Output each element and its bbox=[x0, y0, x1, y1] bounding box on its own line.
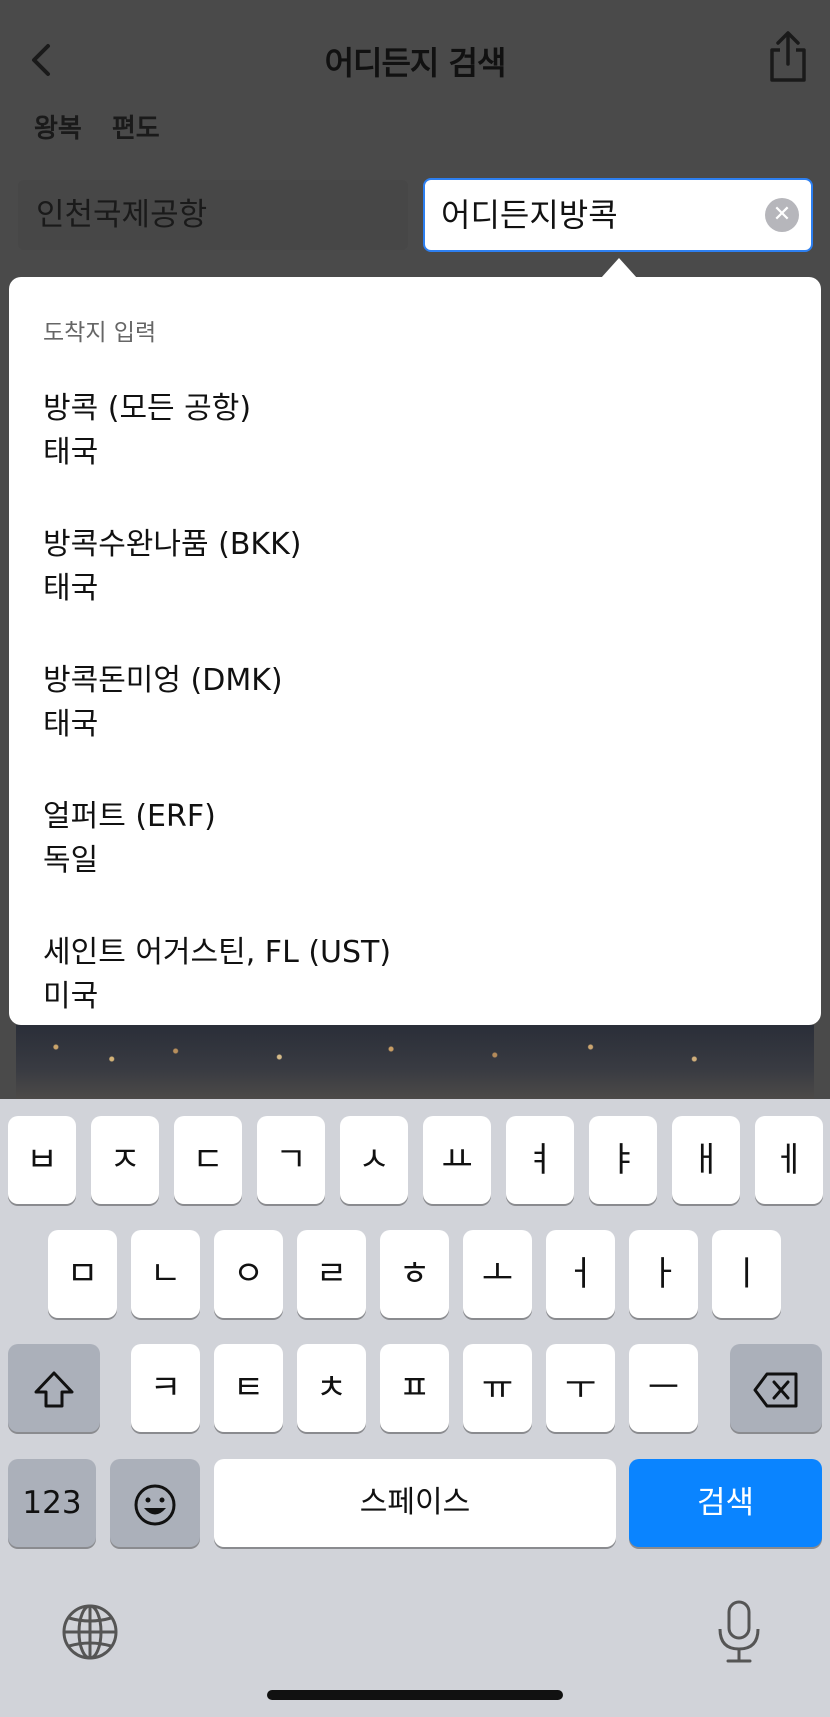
key[interactable]: ㅓ bbox=[546, 1230, 615, 1318]
result-name: 방콕수완나품 (BKK) bbox=[43, 527, 302, 562]
destination-input[interactable]: 어디든지방콕 ✕ bbox=[423, 178, 813, 252]
key[interactable]: ㅑ bbox=[589, 1116, 657, 1204]
dropdown-pointer bbox=[601, 258, 637, 278]
key[interactable]: ㅔ bbox=[755, 1116, 823, 1204]
list-item[interactable]: 세인트 어거스틴, FL (UST) 미국 bbox=[43, 931, 783, 1025]
shift-icon bbox=[34, 1371, 74, 1407]
result-country: 태국 bbox=[43, 435, 99, 470]
key[interactable]: ㅗ bbox=[463, 1230, 532, 1318]
backspace-icon bbox=[753, 1372, 798, 1407]
globe-button[interactable] bbox=[60, 1602, 120, 1662]
key[interactable]: ㅁ bbox=[48, 1230, 117, 1318]
result-country: 태국 bbox=[43, 707, 99, 742]
home-indicator[interactable] bbox=[267, 1690, 563, 1700]
delete-key[interactable] bbox=[730, 1344, 822, 1432]
key[interactable]: ㅏ bbox=[629, 1230, 698, 1318]
microphone-button[interactable] bbox=[714, 1599, 764, 1665]
share-button[interactable] bbox=[764, 30, 812, 84]
key[interactable]: ㅎ bbox=[380, 1230, 449, 1318]
shift-key[interactable] bbox=[8, 1344, 100, 1432]
key[interactable]: ㅡ bbox=[629, 1344, 698, 1432]
key[interactable]: ㅋ bbox=[131, 1344, 200, 1432]
key[interactable]: ㄱ bbox=[257, 1116, 325, 1204]
suggestions-dropdown: 도착지 입력 방콕 (모든 공항) 태국 방콕수완나품 (BKK) 태국 방콕돈… bbox=[9, 277, 821, 1025]
city-lights-decoration bbox=[16, 1035, 814, 1075]
result-name: 방콕 (모든 공항) bbox=[43, 391, 252, 426]
page-title: 어디든지 검색 bbox=[324, 44, 507, 82]
key[interactable]: ㄴ bbox=[131, 1230, 200, 1318]
space-key[interactable]: 스페이스 bbox=[214, 1459, 616, 1547]
share-icon bbox=[770, 31, 806, 82]
list-item[interactable]: 방콕돈미엉 (DMK) 태국 bbox=[43, 659, 783, 769]
destination-value: 어디든지방콕 bbox=[441, 196, 618, 234]
globe-icon bbox=[62, 1604, 118, 1660]
dropdown-header: 도착지 입력 bbox=[43, 320, 157, 346]
key[interactable]: ㅇ bbox=[214, 1230, 283, 1318]
search-key[interactable]: 검색 bbox=[629, 1459, 822, 1547]
background-city-image bbox=[16, 1025, 814, 1099]
emoji-icon bbox=[134, 1484, 176, 1525]
list-item[interactable]: 방콕 (모든 공항) 태국 bbox=[43, 387, 783, 497]
result-country: 독일 bbox=[43, 843, 99, 878]
key[interactable]: ㅛ bbox=[423, 1116, 491, 1204]
key[interactable]: ㅂ bbox=[8, 1116, 76, 1204]
numbers-key[interactable]: 123 bbox=[8, 1459, 96, 1547]
key[interactable]: ㅅ bbox=[340, 1116, 408, 1204]
tab-round-trip[interactable]: 왕복 bbox=[34, 108, 82, 145]
key[interactable]: ㅜ bbox=[546, 1344, 615, 1432]
header: 어디든지 검색 bbox=[0, 0, 830, 125]
key[interactable]: ㅈ bbox=[91, 1116, 159, 1204]
key[interactable]: ㅊ bbox=[297, 1344, 366, 1432]
list-item[interactable]: 얼퍼트 (ERF) 독일 bbox=[43, 795, 783, 905]
key[interactable]: ㄹ bbox=[297, 1230, 366, 1318]
key[interactable]: ㅐ bbox=[672, 1116, 740, 1204]
key[interactable]: ㅣ bbox=[712, 1230, 781, 1318]
result-name: 세인트 어거스틴, FL (UST) bbox=[43, 935, 392, 970]
tab-one-way[interactable]: 편도 bbox=[112, 108, 160, 145]
key[interactable]: ㄷ bbox=[174, 1116, 242, 1204]
keyboard: ㅂ ㅈ ㄷ ㄱ ㅅ ㅛ ㅕ ㅑ ㅐ ㅔ ㅁ ㄴ ㅇ ㄹ ㅎ ㅗ ㅓ ㅏ ㅣ ㅋ … bbox=[0, 1099, 830, 1717]
clear-circle-icon: ✕ bbox=[772, 202, 792, 227]
trip-type-tabs: 왕복 편도 bbox=[34, 108, 160, 145]
key[interactable]: ㅌ bbox=[214, 1344, 283, 1432]
list-item[interactable]: 방콕수완나품 (BKK) 태국 bbox=[43, 523, 783, 633]
origin-field[interactable]: 인천국제공항 bbox=[18, 180, 408, 250]
key[interactable]: ㅍ bbox=[380, 1344, 449, 1432]
result-name: 얼퍼트 (ERF) bbox=[43, 799, 216, 834]
key[interactable]: ㅕ bbox=[506, 1116, 574, 1204]
result-country: 태국 bbox=[43, 571, 99, 606]
result-name: 방콕돈미엉 (DMK) bbox=[43, 663, 283, 698]
clear-button[interactable]: ✕ bbox=[765, 198, 799, 232]
emoji-key[interactable] bbox=[110, 1459, 200, 1547]
microphone-icon bbox=[718, 1600, 760, 1663]
result-country: 미국 bbox=[43, 979, 99, 1014]
key[interactable]: ㅠ bbox=[463, 1344, 532, 1432]
